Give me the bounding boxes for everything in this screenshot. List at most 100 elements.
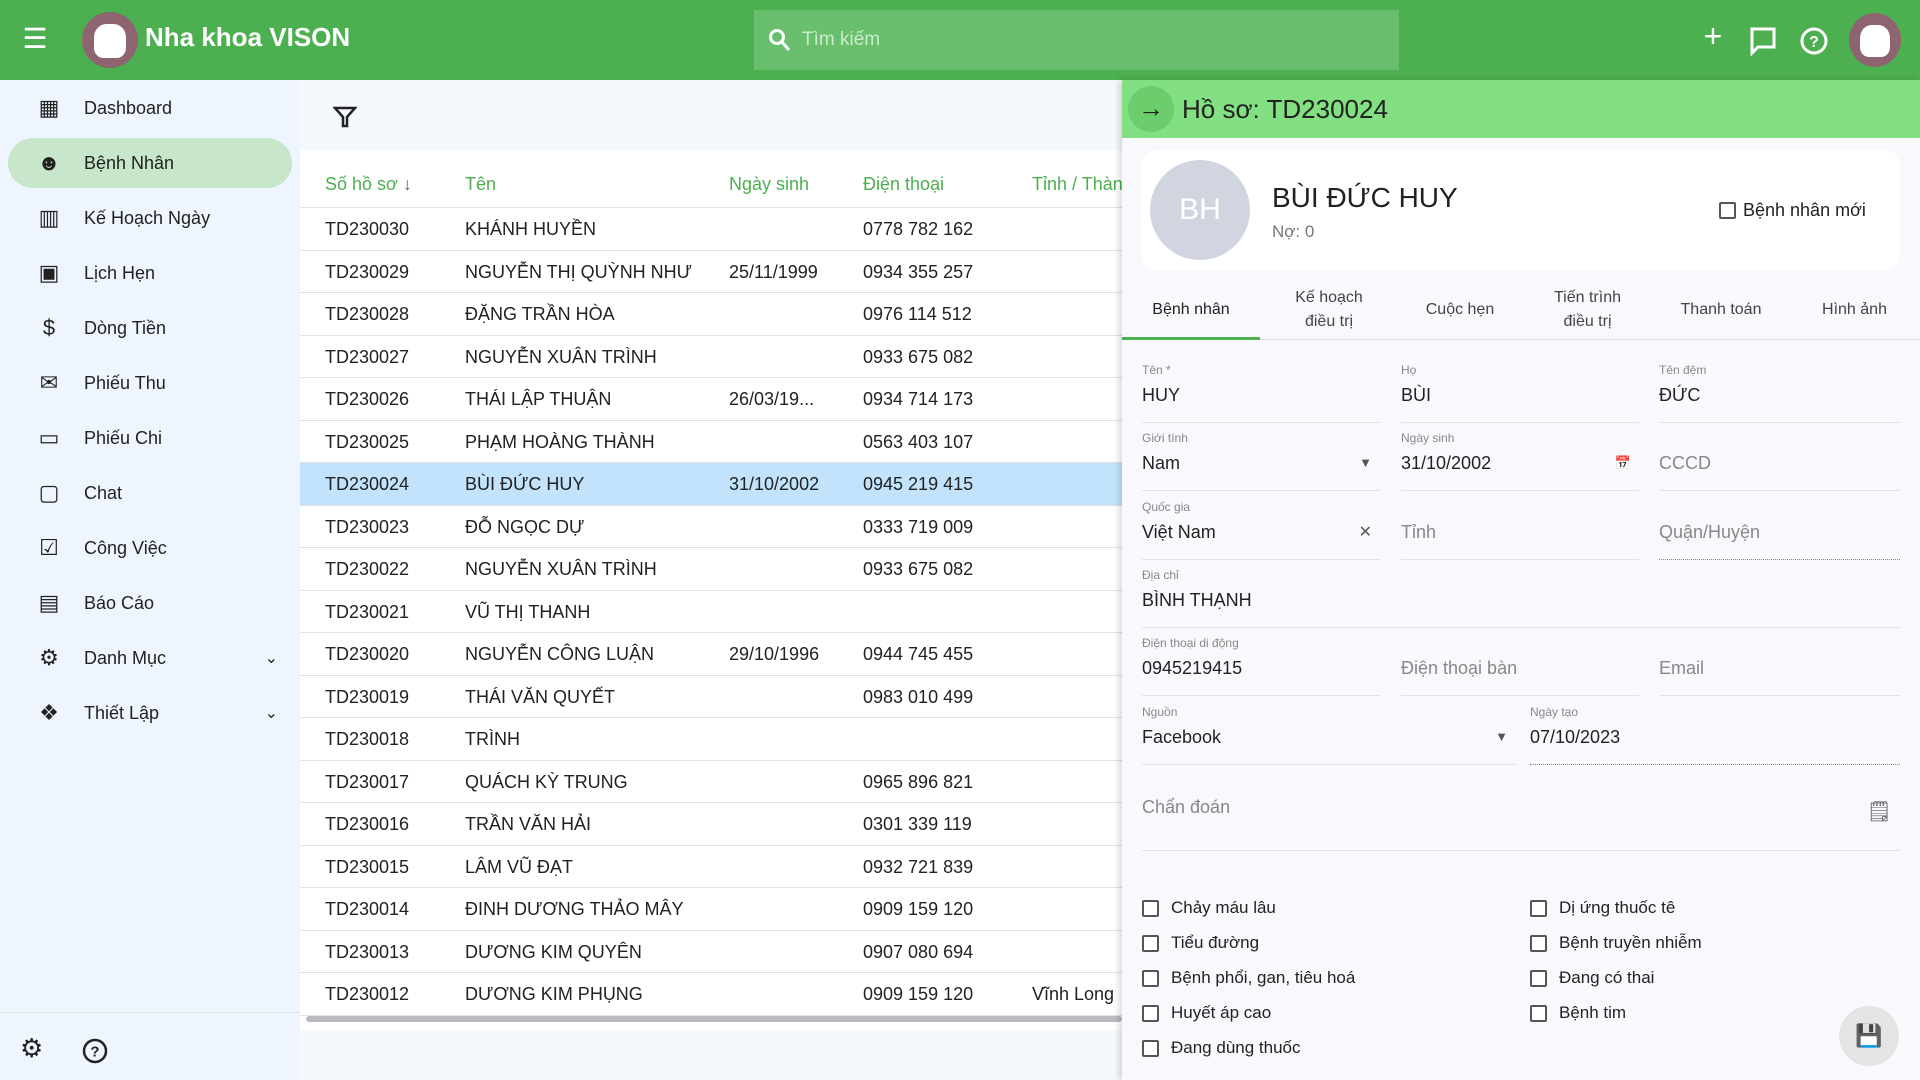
checkbox-box[interactable] <box>1530 1004 1547 1022</box>
chevron-down-icon[interactable]: ⌄ <box>265 703 278 723</box>
sidebar-item-10[interactable]: ⚙ Danh Mục ⌄ <box>8 633 292 683</box>
address-field[interactable]: Địa chỉ BÌNH THẠNH <box>1142 568 1900 628</box>
condition-checkbox[interactable]: Bệnh tim <box>1530 1003 1626 1023</box>
sidebar-item-1[interactable]: ☻ Bệnh Nhân <box>8 138 292 188</box>
table-row[interactable]: TD230025 PHẠM HOÀNG THÀNH 0563 403 107 <box>300 421 1122 463</box>
column-header-4[interactable]: Tỉnh / Thàn <box>1032 174 1122 195</box>
id-card-field[interactable]: CCCD <box>1659 431 1900 491</box>
country-select[interactable]: Quốc gia Việt Nam ✕ <box>1142 500 1380 560</box>
table-row[interactable]: TD230016 TRẦN VĂN HẢI 0301 339 119 <box>300 803 1122 846</box>
table-row[interactable]: TD230018 TRÌNH <box>300 718 1122 761</box>
sidebar-item-8[interactable]: ☑ Công Việc <box>8 523 292 573</box>
tab-4[interactable]: Thanh toán <box>1653 280 1789 340</box>
table-row[interactable]: TD230023 ĐỖ NGỌC DỰ 0333 719 009 <box>300 506 1122 548</box>
clear-icon[interactable]: ✕ <box>1359 522 1372 542</box>
close-panel-arrow-icon[interactable]: → <box>1128 86 1174 132</box>
condition-label: Dị ứng thuốc tê <box>1559 898 1676 917</box>
sidebar-item-4[interactable]: $ Dòng Tiền <box>8 303 292 353</box>
checkbox-box[interactable] <box>1530 934 1547 952</box>
first-name-field[interactable]: Tên * HUY <box>1142 363 1380 423</box>
table-cell: TD230015 <box>325 856 410 877</box>
condition-checkbox[interactable]: Chảy máu lâu <box>1142 898 1276 918</box>
last-name-field[interactable]: Họ BÙI <box>1401 363 1639 423</box>
condition-checkbox[interactable]: Bệnh phổi, gan, tiêu hoá <box>1142 968 1355 988</box>
mobile-field[interactable]: Điện thoại di động 0945219415 <box>1142 636 1380 696</box>
created-date-field[interactable]: Ngày tạo 07/10/2023 <box>1530 705 1900 765</box>
menu-collapse-icon[interactable]: ☰ <box>17 22 53 55</box>
tab-0[interactable]: Bệnh nhân <box>1122 280 1260 340</box>
checkbox-box[interactable] <box>1142 969 1159 987</box>
tab-3[interactable]: Tiến trình điều trị <box>1522 280 1653 340</box>
column-header-2[interactable]: Ngày sinh <box>729 174 809 195</box>
table-row[interactable]: TD230019 THÁI VĂN QUYẾT 0983 010 499 <box>300 676 1122 718</box>
email-field[interactable]: Email <box>1659 636 1900 696</box>
checkbox-box[interactable] <box>1142 899 1159 917</box>
condition-checkbox[interactable]: Tiểu đường <box>1142 933 1259 953</box>
settings-gear-icon[interactable]: ⚙ <box>20 1033 43 1064</box>
column-header-0[interactable]: Số hồ sơ ↓ <box>325 174 412 195</box>
tab-1[interactable]: Kế hoạch điều trị <box>1260 280 1398 340</box>
notes-icon[interactable]: 🗒 <box>1867 799 1892 824</box>
checkbox-box[interactable] <box>1530 899 1547 917</box>
checkbox-box[interactable] <box>1530 969 1547 987</box>
condition-checkbox[interactable]: Đang có thai <box>1530 968 1654 988</box>
sidebar-item-5[interactable]: ✉ Phiếu Thu <box>8 358 292 408</box>
table-row[interactable]: TD230029 NGUYỄN THỊ QUỲNH NHƯ 25/11/1999 09… <box>300 251 1122 293</box>
column-header-3[interactable]: Điện thoại <box>863 174 944 195</box>
condition-checkbox[interactable]: Huyết áp cao <box>1142 1003 1271 1023</box>
condition-checkbox[interactable]: Dị ứng thuốc tê <box>1530 898 1675 918</box>
sort-desc-arrow-icon[interactable]: ↓ <box>403 174 412 194</box>
table-row[interactable]: TD230021 VŨ THỊ THANH <box>300 591 1122 633</box>
tab-2[interactable]: Cuộc hẹn <box>1398 280 1522 340</box>
sidebar-item-0[interactable]: ▦ Dashboard <box>8 83 292 133</box>
table-row[interactable]: TD230027 NGUYỄN XUÂN TRÌNH 0933 675 082 <box>300 336 1122 378</box>
middle-name-field[interactable]: Tên đệm ĐỨC <box>1659 363 1900 423</box>
province-select[interactable]: Tỉnh <box>1401 500 1639 560</box>
sidebar-item-2[interactable]: ▥ Kế Hoạch Ngày <box>8 193 292 243</box>
calendar-icon[interactable]: 📅 <box>1615 455 1631 471</box>
landline-field[interactable]: Điện thoại bàn <box>1401 636 1639 696</box>
checkbox-box[interactable] <box>1142 1039 1159 1057</box>
diagnosis-field[interactable]: Chẩn đoán 🗒 <box>1142 793 1900 851</box>
gender-select[interactable]: Giới tính Nam ▼ <box>1142 431 1380 491</box>
table-row[interactable]: TD230012 DƯƠNG KIM PHỤNG 0909 159 120 Vĩnh … <box>300 973 1122 1016</box>
tab-5[interactable]: Hình ảnh <box>1789 280 1920 340</box>
table-row[interactable]: TD230020 NGUYỄN CÔNG LUẬN 29/10/1996 0944 7… <box>300 633 1122 676</box>
filter-icon[interactable] <box>333 105 357 129</box>
user-avatar[interactable] <box>1849 13 1901 67</box>
sidebar-item-11[interactable]: ❖ Thiết Lập ⌄ <box>8 688 292 738</box>
column-header-1[interactable]: Tên <box>465 174 496 195</box>
sidebar-item-9[interactable]: ▤ Báo Cáo <box>8 578 292 628</box>
table-row[interactable]: TD230017 QUÁCH KỲ TRUNG 0965 896 821 <box>300 761 1122 803</box>
chat-icon[interactable] <box>1749 26 1777 56</box>
condition-checkbox[interactable]: Bệnh truyền nhiễm <box>1530 933 1702 953</box>
help-icon[interactable]: ? <box>1799 26 1829 56</box>
sidebar-item-7[interactable]: ▢ Chat <box>8 468 292 518</box>
checkbox-box[interactable] <box>1142 1004 1159 1022</box>
table-row[interactable]: TD230022 NGUYỄN XUÂN TRÌNH 0933 675 082 <box>300 548 1122 591</box>
plus-icon[interactable]: + <box>1695 18 1731 55</box>
sidebar-item-3[interactable]: ▣ Lịch Hẹn <box>8 248 292 298</box>
search-input[interactable]: Tìm kiếm <box>754 10 1399 70</box>
condition-checkbox[interactable]: Đang dùng thuốc <box>1142 1038 1301 1058</box>
table-row[interactable]: TD230015 LÂM VŨ ĐẠT 0932 721 839 <box>300 846 1122 888</box>
table-row[interactable]: TD230013 DƯƠNG KIM QUYÊN 0907 080 694 <box>300 931 1122 973</box>
table-row[interactable]: TD230024 BÙI ĐỨC HUY 31/10/2002 0945 219 41… <box>300 463 1122 506</box>
checkbox-box[interactable] <box>1142 934 1159 952</box>
table-row[interactable]: TD230028 ĐẶNG TRẦN HÒA 0976 114 512 <box>300 293 1122 336</box>
table-row[interactable]: TD230014 ĐINH DƯƠNG THẢO MÂY 0909 159 120 <box>300 888 1122 931</box>
save-button[interactable]: 💾 <box>1839 1006 1899 1066</box>
horizontal-scrollbar[interactable] <box>306 1016 1122 1022</box>
table-row[interactable]: TD230030 KHÁNH HUYỀN 0778 782 162 <box>300 208 1122 251</box>
sidebar-item-6[interactable]: ▭ Phiếu Chi <box>8 413 292 463</box>
table-row[interactable]: TD230026 THÁI LẬP THUẬN 26/03/19... 0934 71… <box>300 378 1122 421</box>
chevron-down-icon[interactable]: ⌄ <box>265 648 278 668</box>
district-select[interactable]: Quận/Huyện <box>1659 500 1900 560</box>
new-patient-checkbox[interactable] <box>1719 202 1736 219</box>
help-icon[interactable]: ? <box>81 1037 109 1065</box>
dob-field[interactable]: Ngày sinh 31/10/2002 📅 <box>1401 431 1639 491</box>
sidebar-item-label: Kế Hoạch Ngày <box>84 207 211 228</box>
condition-label: Đang có thai <box>1559 968 1655 987</box>
table-cell: THÁI VĂN QUYẾT <box>465 686 616 707</box>
source-select[interactable]: Nguồn Facebook ▼ <box>1142 705 1516 765</box>
